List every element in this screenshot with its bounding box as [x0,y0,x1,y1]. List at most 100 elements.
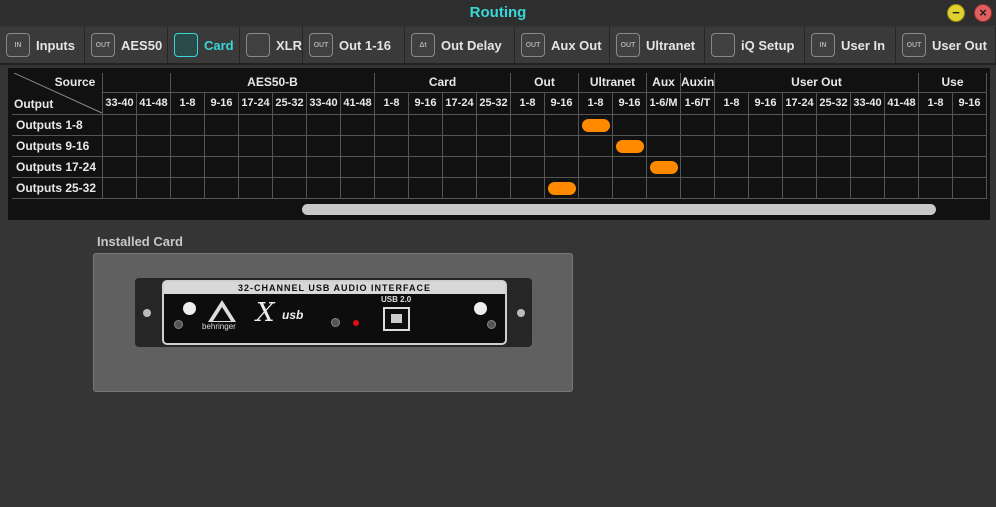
routing-cell[interactable] [783,136,817,157]
routing-cell[interactable] [239,136,273,157]
routing-cell[interactable] [817,115,851,136]
tab-out-delay[interactable]: Δt Out Delay [405,27,515,63]
routing-cell[interactable] [681,136,715,157]
routing-cell[interactable] [409,115,443,136]
routing-cell[interactable] [171,157,205,178]
routing-cell[interactable] [171,178,205,199]
routing-cell[interactable] [375,157,409,178]
routing-cell[interactable] [919,157,953,178]
routing-cell[interactable] [477,136,511,157]
routing-cell[interactable] [579,157,613,178]
routing-cell[interactable] [341,115,375,136]
routing-cell[interactable] [307,157,341,178]
routing-cell[interactable] [885,136,919,157]
tab-inputs[interactable]: IN Inputs [0,27,85,63]
routing-cell[interactable] [273,157,307,178]
routing-cell[interactable] [681,157,715,178]
routing-cell[interactable] [409,178,443,199]
routing-cell[interactable] [477,178,511,199]
routing-cell[interactable] [681,115,715,136]
routing-cell[interactable] [137,115,171,136]
routing-cell[interactable] [545,115,579,136]
routing-cell[interactable] [409,136,443,157]
tab-user-in[interactable]: IN User In [805,27,896,63]
routing-cell[interactable] [511,136,545,157]
routing-cell[interactable] [103,136,137,157]
routing-cell[interactable] [307,136,341,157]
routing-cell[interactable] [409,157,443,178]
routing-cell[interactable] [443,157,477,178]
routing-cell[interactable] [103,178,137,199]
routing-cell[interactable] [443,178,477,199]
routing-cell[interactable] [341,178,375,199]
routing-cell[interactable] [375,178,409,199]
routing-cell[interactable] [715,136,749,157]
routing-cell[interactable] [307,115,341,136]
routing-cell[interactable] [817,178,851,199]
routing-cell[interactable] [953,178,987,199]
routing-cell[interactable] [579,136,613,157]
routing-cell[interactable] [477,157,511,178]
tab-out-1-16[interactable]: OUT Out 1-16 [303,27,405,63]
routing-cell[interactable] [885,157,919,178]
routing-cell[interactable] [341,157,375,178]
tab-card[interactable]: Card [168,27,240,63]
routing-cell[interactable] [851,157,885,178]
tab-xlr[interactable]: XLR [240,27,303,63]
tab-aux-out[interactable]: OUT Aux Out [515,27,610,63]
matrix-horizontal-scrollbar[interactable] [302,204,936,215]
routing-cell[interactable] [613,157,647,178]
routing-cell[interactable] [715,115,749,136]
routing-cell[interactable] [171,115,205,136]
routing-cell[interactable] [953,157,987,178]
routing-cell[interactable] [647,115,681,136]
minimize-button[interactable]: − [947,4,965,22]
routing-cell[interactable] [375,115,409,136]
routing-cell[interactable] [919,115,953,136]
routing-cell[interactable] [749,115,783,136]
routing-cell[interactable] [851,115,885,136]
routing-cell[interactable] [239,115,273,136]
routing-cell[interactable] [273,115,307,136]
routing-cell[interactable] [103,157,137,178]
routing-cell[interactable] [477,115,511,136]
routing-cell[interactable] [885,115,919,136]
routing-cell[interactable] [205,136,239,157]
routing-cell[interactable] [205,178,239,199]
routing-cell[interactable] [205,157,239,178]
routing-cell[interactable] [885,178,919,199]
tab-user-out[interactable]: OUT User Out [896,27,996,63]
routing-cell[interactable] [375,136,409,157]
close-button[interactable]: × [974,4,992,22]
routing-cell[interactable] [749,178,783,199]
routing-cell[interactable] [613,115,647,136]
routing-cell[interactable] [137,136,171,157]
routing-cell[interactable] [137,178,171,199]
route-selected-indicator[interactable] [548,182,576,195]
routing-cell[interactable] [681,178,715,199]
routing-cell[interactable] [953,115,987,136]
routing-cell[interactable] [341,136,375,157]
tab-iq-setup[interactable]: iQ Setup [705,27,805,63]
route-selected-indicator[interactable] [616,140,644,153]
routing-cell[interactable] [205,115,239,136]
routing-cell[interactable] [783,115,817,136]
routing-cell[interactable] [307,178,341,199]
routing-cell[interactable] [851,178,885,199]
routing-cell[interactable] [613,178,647,199]
routing-cell[interactable] [647,136,681,157]
routing-cell[interactable] [817,157,851,178]
routing-cell[interactable] [919,178,953,199]
routing-cell[interactable] [511,157,545,178]
routing-cell[interactable] [137,157,171,178]
routing-cell[interactable] [579,178,613,199]
routing-cell[interactable] [239,178,273,199]
routing-cell[interactable] [919,136,953,157]
routing-cell[interactable] [511,178,545,199]
routing-cell[interactable] [851,136,885,157]
routing-cell[interactable] [783,157,817,178]
routing-cell[interactable] [817,136,851,157]
routing-cell[interactable] [715,178,749,199]
routing-cell[interactable] [511,115,545,136]
route-selected-indicator[interactable] [650,161,678,174]
